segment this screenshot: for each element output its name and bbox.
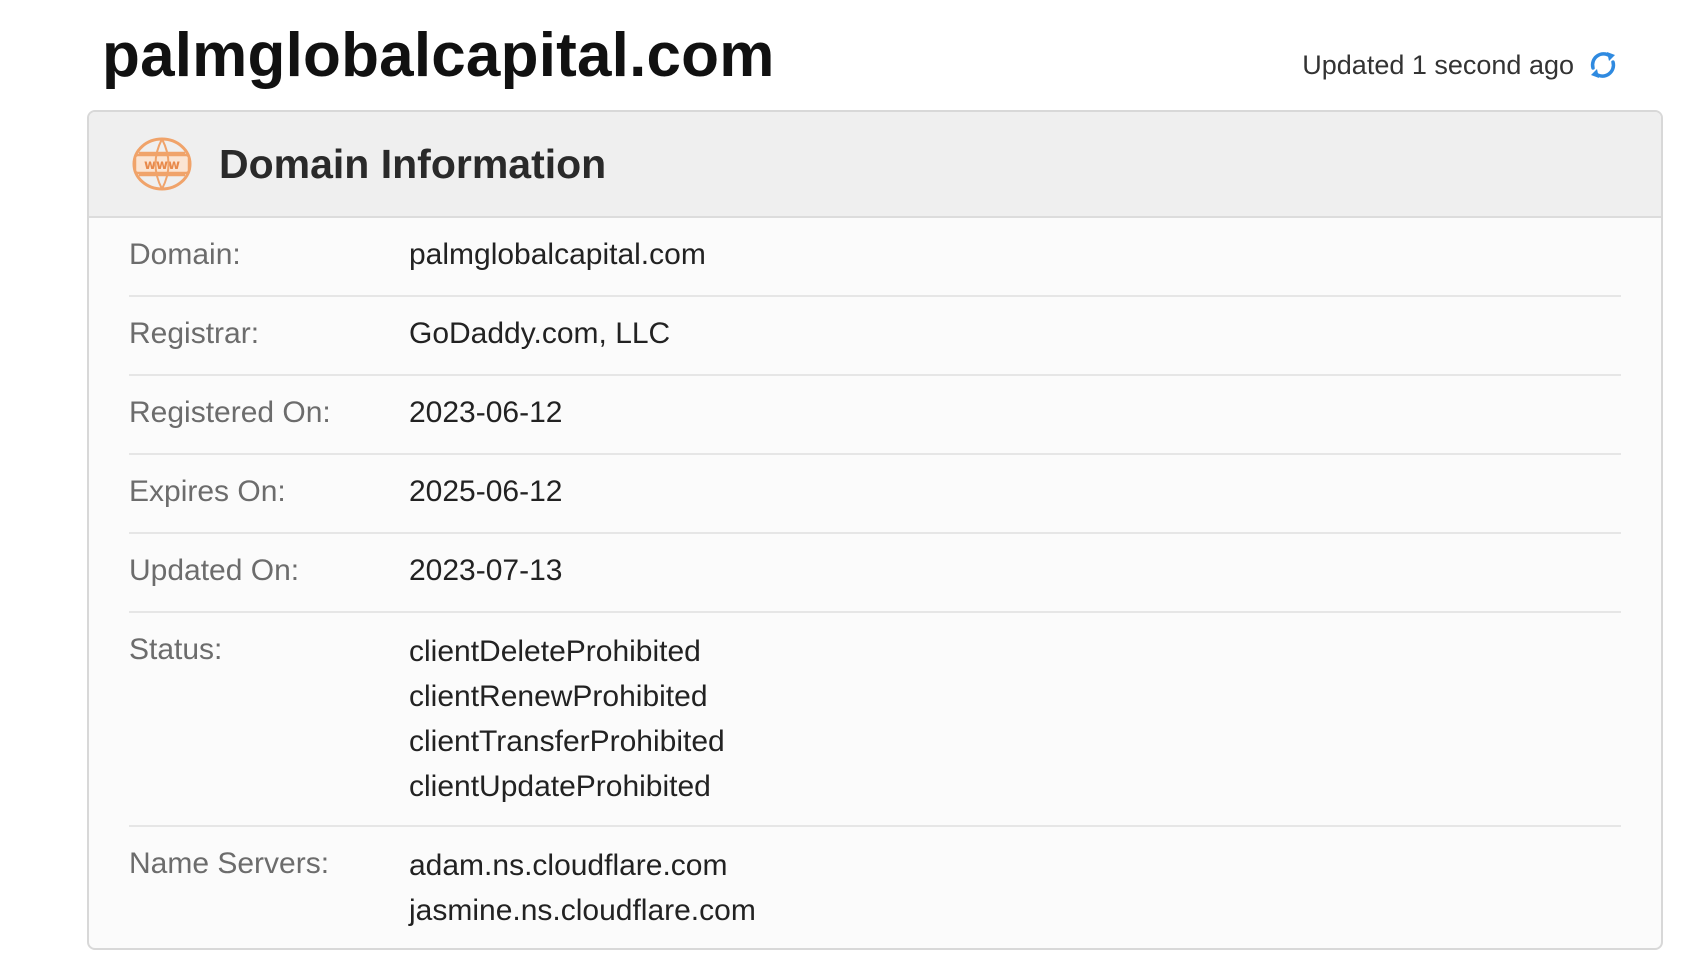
row-value: 2023-07-13	[409, 554, 563, 587]
domain-info-list: Domain: palmglobalcapital.com Registrar:…	[89, 218, 1661, 948]
card-title: Domain Information	[219, 140, 607, 187]
www-globe-icon: www	[131, 136, 193, 192]
updated-indicator: Updated 1 second ago	[1302, 48, 1620, 82]
row-label: Updated On:	[129, 554, 300, 587]
row-expires-on: Expires On: 2025-06-12	[129, 455, 1621, 534]
domain-information-card: www Domain Information Domain: palmgloba…	[87, 110, 1663, 950]
row-status: Status: clientDeleteProhibited clientRen…	[129, 613, 1621, 827]
row-value: GoDaddy.com, LLC	[409, 317, 671, 350]
status-value: clientTransferProhibited	[409, 725, 725, 758]
row-registrar: Registrar: GoDaddy.com, LLC	[129, 297, 1621, 376]
svg-text:www: www	[144, 158, 180, 173]
row-registered-on: Registered On: 2023-06-12	[129, 376, 1621, 455]
updated-text: Updated 1 second ago	[1302, 49, 1574, 80]
row-label: Name Servers:	[129, 847, 330, 880]
page-title: palmglobalcapital.com	[102, 21, 775, 90]
row-value: 2025-06-12	[409, 475, 563, 508]
status-value: clientRenewProhibited	[409, 680, 708, 713]
row-label: Expires On:	[129, 475, 286, 508]
row-label: Domain:	[129, 238, 241, 271]
row-name-servers: Name Servers: adam.ns.cloudflare.com jas…	[129, 827, 1621, 948]
name-server-value: jasmine.ns.cloudflare.com	[409, 894, 756, 927]
card-header: www Domain Information	[89, 112, 1661, 218]
refresh-icon[interactable]	[1586, 48, 1620, 82]
name-server-value: adam.ns.cloudflare.com	[409, 849, 728, 882]
row-value: palmglobalcapital.com	[409, 238, 706, 271]
row-label: Registered On:	[129, 396, 331, 429]
row-label: Registrar:	[129, 317, 260, 350]
name-server-values: adam.ns.cloudflare.com jasmine.ns.cloudf…	[409, 827, 756, 948]
row-value: 2023-06-12	[409, 396, 563, 429]
status-value: clientDeleteProhibited	[409, 635, 701, 668]
row-label: Status:	[129, 633, 223, 666]
status-values: clientDeleteProhibited clientRenewProhib…	[409, 613, 725, 825]
row-updated-on: Updated On: 2023-07-13	[129, 534, 1621, 613]
status-value: clientUpdateProhibited	[409, 770, 711, 803]
row-domain: Domain: palmglobalcapital.com	[129, 218, 1621, 297]
